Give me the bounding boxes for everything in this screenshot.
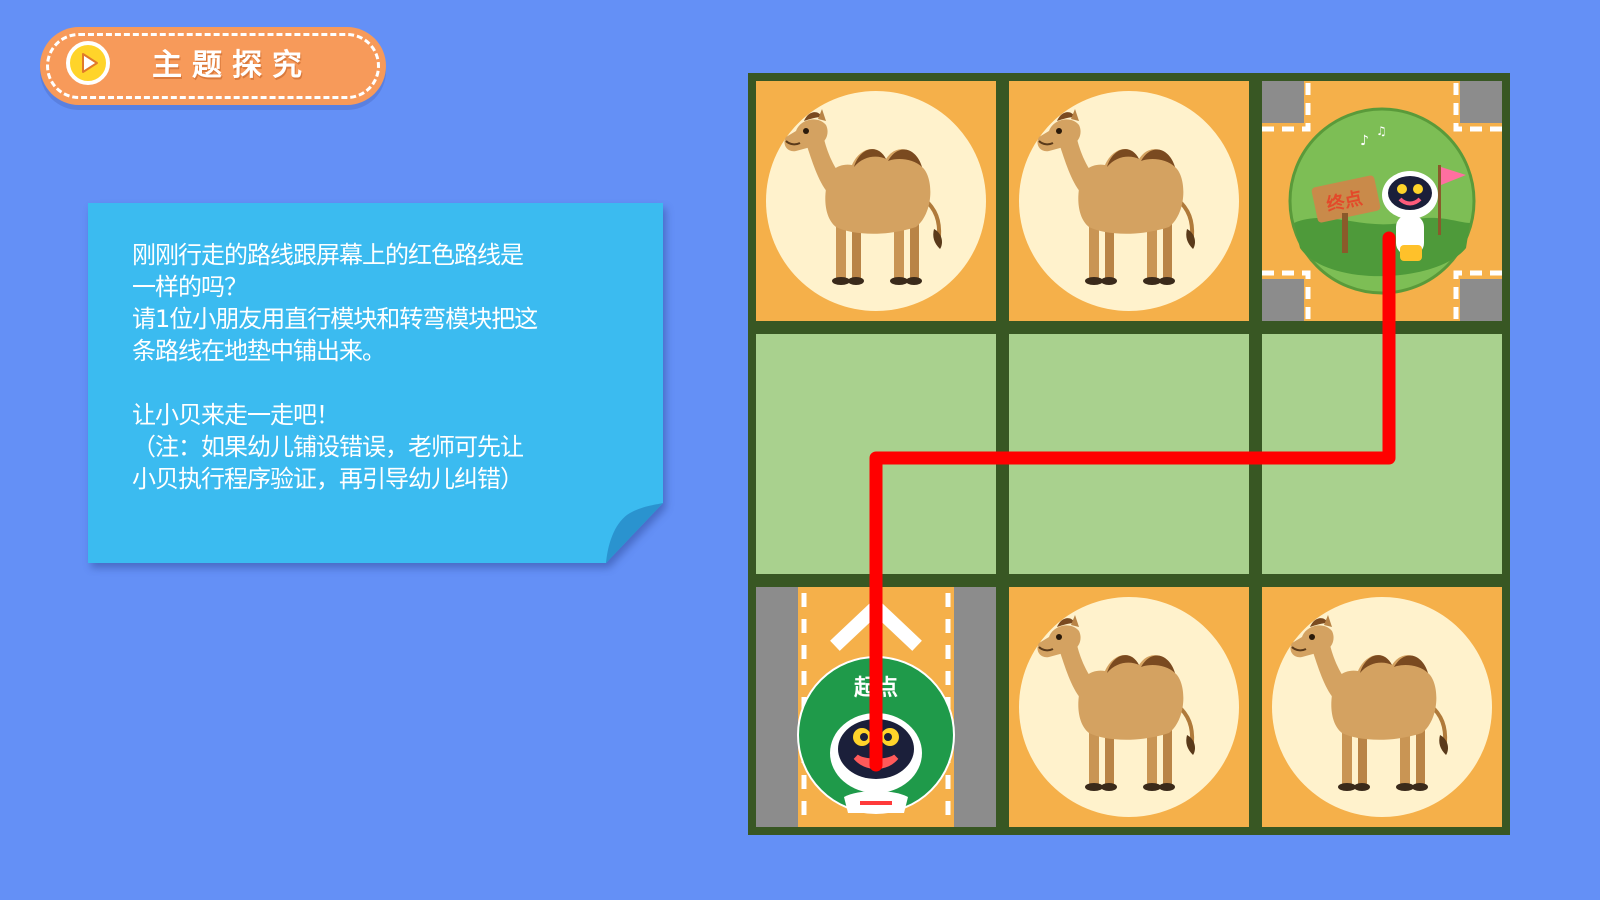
- route-map: 终点 ♪ ♫ 起点: [748, 73, 1510, 835]
- svg-text:♫: ♫: [1376, 124, 1387, 138]
- tile-finish: 终点 ♪ ♫: [1262, 81, 1502, 321]
- note-line: （注：如果幼儿铺设错误，老师可先让: [132, 433, 524, 461]
- finish-icon: 终点 ♪ ♫: [1288, 107, 1476, 295]
- tile-camel: [756, 81, 996, 321]
- note-line: 条路线在地垫中铺出来。: [132, 337, 386, 365]
- note-text: 刚刚行走的路线跟屏幕上的红色路线是 一样的吗？ 请1位小朋友用直行模块和转弯模块…: [132, 239, 612, 495]
- play-circle-icon[interactable]: [66, 41, 110, 85]
- note-line: 一样的吗？: [132, 273, 248, 301]
- note-line: 让小贝来走一走吧！: [132, 401, 340, 429]
- note-line: 请1位小朋友用直行模块和转弯模块把这: [132, 305, 538, 333]
- instruction-note: 刚刚行走的路线跟屏幕上的红色路线是 一样的吗？ 请1位小朋友用直行模块和转弯模块…: [88, 203, 663, 563]
- note-line: 小贝执行程序验证，再引导幼儿纠错）: [132, 465, 524, 493]
- page-title: 主题探究: [152, 48, 312, 83]
- tile-camel: [1262, 587, 1502, 827]
- title-badge: 主题探究: [40, 27, 386, 105]
- slide: 主题探究 刚刚行走的路线跟屏幕上的红色路线是 一样的吗？ 请1位小朋友用直行模块…: [0, 0, 1600, 900]
- note-line: 刚刚行走的路线跟屏幕上的红色路线是: [132, 241, 524, 269]
- tile-camel: [1009, 587, 1249, 827]
- svg-text:♪: ♪: [1360, 133, 1369, 149]
- tile-camel: [1009, 81, 1249, 321]
